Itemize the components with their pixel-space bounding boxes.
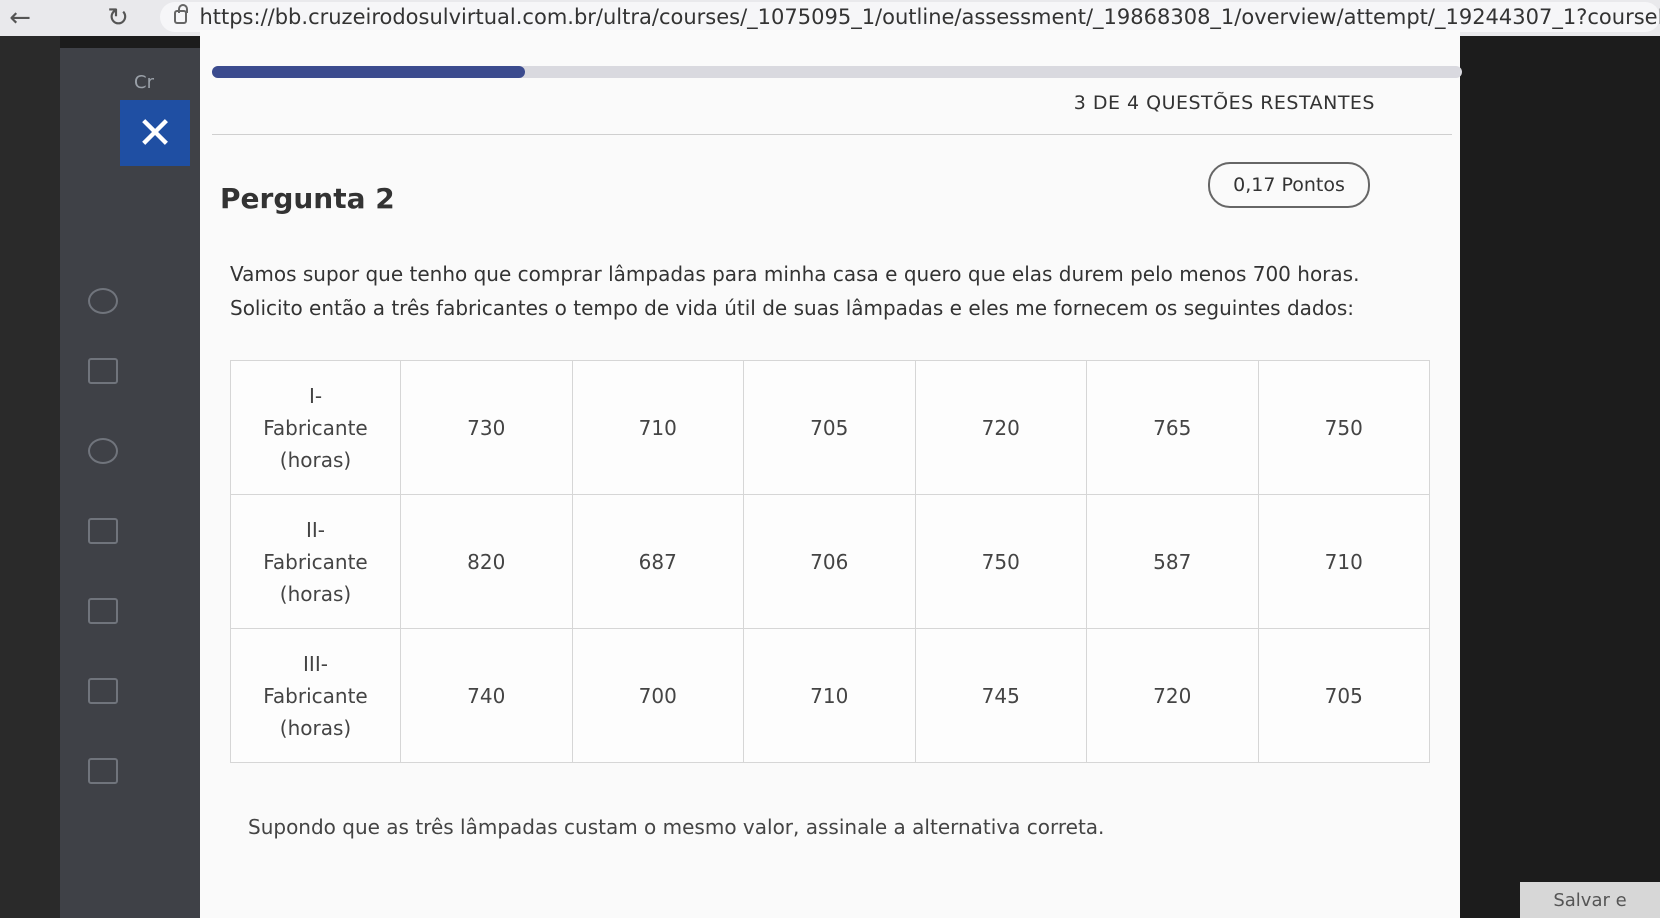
table-cell: 720	[1086, 628, 1259, 763]
manufacturer-label-line: Fabricante	[263, 683, 368, 708]
table-cell: 740	[400, 628, 573, 763]
table-cell: 710	[1257, 494, 1430, 629]
question-title: Pergunta 2	[220, 182, 395, 215]
table-cell: 700	[571, 628, 744, 763]
manufacturer-label: I- Fabricante (horas)	[230, 360, 401, 495]
edit-icon[interactable]	[88, 758, 118, 784]
course-code: Cr	[134, 72, 154, 93]
prompt-line-2: Solicito então a três fabricantes o temp…	[230, 296, 1354, 320]
manufacturer-label-line: I-	[308, 383, 323, 408]
lock-icon	[174, 4, 189, 24]
table-cell: 750	[914, 494, 1087, 629]
people-icon[interactable]	[88, 438, 118, 464]
globe-icon[interactable]	[88, 288, 118, 314]
remaining-questions: 3 DE 4 QUESTÕES RESTANTES	[1073, 92, 1375, 114]
save-button[interactable]: Salvar e	[1520, 882, 1660, 918]
book-icon[interactable]	[88, 358, 118, 384]
left-rail	[0, 36, 60, 918]
divider	[212, 134, 1452, 135]
mail-icon[interactable]	[88, 598, 118, 624]
progress-bar	[212, 66, 1462, 78]
calendar-icon[interactable]	[88, 518, 118, 544]
assessment-panel: 3 DE 4 QUESTÕES RESTANTES Pergunta 2 0,1…	[200, 30, 1462, 918]
table-row: III- Fabricante (horas) 740 700 710 745 720 705	[230, 628, 1430, 763]
manufacturer-label-line: (horas)	[279, 581, 352, 606]
data-table: I- Fabricante (horas) 730 710 705 720 765 750 II-…	[230, 360, 1430, 763]
manufacturer-label-line: (horas)	[279, 715, 352, 740]
table-cell: 745	[914, 628, 1087, 763]
question-footer: Supondo que as três lâmpadas custam o me…	[248, 815, 1105, 839]
refresh-icon[interactable]: ↻	[98, 0, 138, 36]
address-bar[interactable]: https://bb.cruzeirodosulvirtual.com.br/u…	[160, 2, 1660, 32]
table-cell: 706	[743, 494, 916, 629]
table-cell: 710	[571, 360, 744, 495]
grades-icon[interactable]	[88, 678, 118, 704]
manufacturer-label-line: III-	[303, 651, 328, 676]
table-cell: 720	[914, 360, 1087, 495]
table-cell: 820	[400, 494, 573, 629]
manufacturer-label: III- Fabricante (horas)	[230, 628, 401, 763]
manufacturer-label-line: Fabricante	[263, 415, 368, 440]
prompt-line-1: Vamos supor que tenho que comprar lâmpad…	[230, 262, 1360, 286]
table-cell: 765	[1086, 360, 1259, 495]
progress-fill	[212, 66, 525, 78]
manufacturer-label: II- Fabricante (horas)	[230, 494, 401, 629]
table-cell: 587	[1086, 494, 1259, 629]
close-icon[interactable]: ✕	[120, 100, 190, 166]
url-text: https://bb.cruzeirodosulvirtual.com.br/u…	[199, 5, 1660, 29]
table-row: I- Fabricante (horas) 730 710 705 720 765 750	[230, 360, 1430, 495]
table-cell: 705	[743, 360, 916, 495]
manufacturer-label-line: II-	[305, 517, 325, 542]
table-cell: 750	[1257, 360, 1430, 495]
course-sidebar	[60, 48, 210, 918]
table-cell: 687	[571, 494, 744, 629]
manufacturer-label-line: (horas)	[279, 447, 352, 472]
table-cell: 705	[1257, 628, 1430, 763]
table-cell: 710	[743, 628, 916, 763]
table-row: II- Fabricante (horas) 820 687 706 750 587 710	[230, 494, 1430, 629]
manufacturer-label-line: Fabricante	[263, 549, 368, 574]
table-cell: 730	[400, 360, 573, 495]
points-badge: 0,17 Pontos	[1208, 162, 1370, 208]
back-arrow-icon[interactable]: ←	[0, 0, 40, 36]
